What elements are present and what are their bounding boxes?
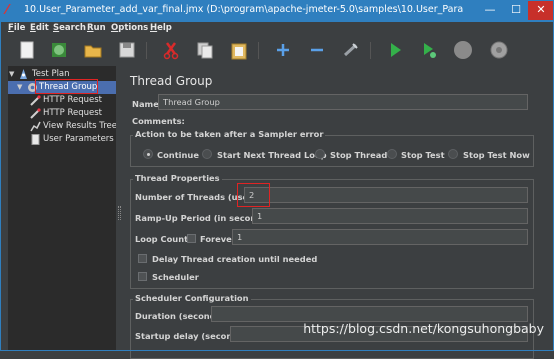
cut-icon[interactable] bbox=[160, 39, 182, 61]
menu-run[interactable]: Run bbox=[87, 23, 106, 33]
window-title: 10.User_Parameter_add_var_final.jmx (D:\… bbox=[24, 4, 464, 15]
menu-search[interactable]: Search bbox=[53, 23, 86, 33]
pipette-icon bbox=[30, 95, 41, 106]
templates-icon[interactable] bbox=[48, 39, 70, 61]
stop-test-now-label[interactable]: Stop Test Now bbox=[463, 150, 530, 160]
name-field[interactable]: Thread Group bbox=[158, 94, 528, 110]
copy-icon[interactable] bbox=[194, 39, 216, 61]
ramp-up-field[interactable]: 1 bbox=[252, 208, 528, 224]
delay-thread-checkbox[interactable] bbox=[138, 254, 147, 263]
expand-icon[interactable] bbox=[272, 39, 294, 61]
start-next-loop-label[interactable]: Start Next Thread Loop bbox=[217, 150, 327, 160]
stop-test-now-radio[interactable] bbox=[448, 149, 458, 159]
chart-icon bbox=[30, 121, 41, 132]
jmeter-feather-icon: ⁄ bbox=[6, 3, 9, 18]
loop-count-field[interactable]: 1 bbox=[232, 229, 528, 245]
stop-test-radio[interactable] bbox=[387, 149, 397, 159]
comments-label: Comments: bbox=[132, 116, 185, 126]
scheduler-config-legend: Scheduler Configuration bbox=[133, 293, 251, 303]
stop-thread-label[interactable]: Stop Thread bbox=[330, 150, 387, 160]
collapse-icon[interactable] bbox=[306, 39, 328, 61]
menu-file[interactable]: File bbox=[8, 23, 25, 33]
collapse-arrow-icon[interactable]: ▼ bbox=[17, 81, 22, 94]
continue-label[interactable]: Continue bbox=[157, 150, 199, 160]
menu-bar: File Edit Search Run Options Help bbox=[0, 22, 554, 36]
forever-checkbox[interactable] bbox=[187, 234, 196, 243]
toolbar-separator bbox=[146, 42, 147, 59]
document-icon bbox=[30, 134, 41, 145]
toggle-icon[interactable] bbox=[340, 39, 362, 61]
tree-node-user-parameters[interactable]: User Parameters bbox=[8, 133, 116, 146]
open-icon[interactable] bbox=[82, 39, 104, 61]
pipette-icon bbox=[30, 108, 41, 119]
forever-label[interactable]: Forever bbox=[200, 234, 236, 244]
tree-node-http-request-2[interactable]: HTTP Request bbox=[8, 107, 116, 120]
duration-field[interactable] bbox=[211, 306, 528, 322]
test-plan-icon bbox=[18, 69, 29, 80]
highlight-box bbox=[237, 183, 270, 207]
num-threads-field[interactable]: 2 bbox=[244, 187, 528, 203]
toolbar-separator bbox=[370, 42, 371, 59]
scheduler-checkbox[interactable] bbox=[138, 272, 147, 281]
shutdown-icon[interactable] bbox=[488, 39, 510, 61]
start-next-loop-radio[interactable] bbox=[202, 149, 212, 159]
delay-thread-label[interactable]: Delay Thread creation until needed bbox=[152, 254, 317, 264]
paste-icon[interactable] bbox=[228, 39, 250, 61]
stop-icon[interactable] bbox=[452, 39, 474, 61]
watermark-url: https://blog.csdn.net/kongsuhongbaby bbox=[303, 321, 544, 336]
panel-title: Thread Group bbox=[130, 74, 213, 88]
close-button[interactable]: ✕ bbox=[528, 0, 554, 20]
thread-properties-legend: Thread Properties bbox=[133, 173, 222, 183]
loop-count-label: Loop Count: bbox=[135, 234, 192, 244]
stop-test-label[interactable]: Stop Test bbox=[401, 150, 445, 160]
splitter-grip[interactable] bbox=[118, 206, 121, 220]
title-bar: ⁄ 10.User_Parameter_add_var_final.jmx (D… bbox=[0, 0, 554, 22]
collapse-arrow-icon[interactable]: ▼ bbox=[9, 68, 14, 81]
maximize-button[interactable]: ☐ bbox=[502, 0, 530, 20]
menu-edit[interactable]: Edit bbox=[30, 23, 49, 33]
toolbar bbox=[0, 36, 554, 66]
stop-thread-radio[interactable] bbox=[315, 149, 325, 159]
start-no-pause-icon[interactable] bbox=[418, 39, 440, 61]
highlight-box bbox=[35, 79, 98, 94]
menu-options[interactable]: Options bbox=[111, 23, 148, 33]
continue-radio[interactable] bbox=[143, 149, 153, 159]
tree-node-http-request-1[interactable]: HTTP Request bbox=[8, 94, 116, 107]
minimize-button[interactable]: — bbox=[476, 0, 504, 20]
start-icon[interactable] bbox=[384, 39, 406, 61]
menu-help[interactable]: Help bbox=[150, 23, 172, 33]
scheduler-label[interactable]: Scheduler bbox=[152, 272, 199, 282]
toolbar-separator bbox=[258, 42, 259, 59]
thread-group-panel: Thread Group Name: Thread Group Comments… bbox=[123, 66, 549, 359]
test-plan-tree: ▼ Test Plan ▼ Thread Group HTTP Request … bbox=[8, 66, 117, 351]
error-action-legend: Action to be taken after a Sampler error bbox=[133, 129, 326, 139]
save-icon[interactable] bbox=[116, 39, 138, 61]
new-icon[interactable] bbox=[16, 39, 38, 61]
tree-node-view-results-tree[interactable]: View Results Tree bbox=[8, 120, 117, 133]
